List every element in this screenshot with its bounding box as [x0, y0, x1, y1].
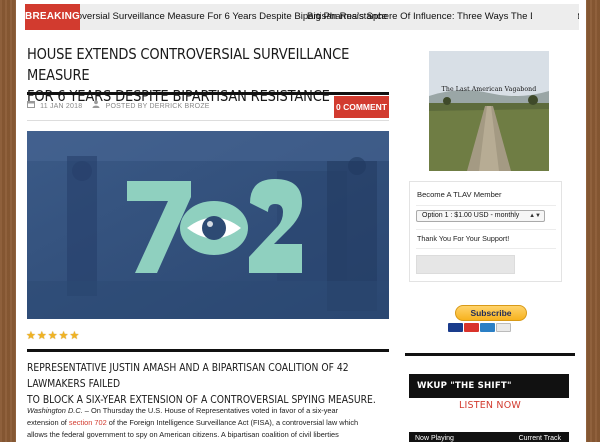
dateline: Washington D.C.: [27, 406, 83, 415]
page: BREAKING Extends Controversial Surveilla…: [16, 0, 586, 442]
hero-image: [27, 131, 389, 319]
current-track-label: Current Track: [518, 435, 561, 442]
payment-cards: [448, 323, 538, 333]
tlav-banner-title: The Last American Vagabond: [441, 86, 537, 93]
body-line: extension of section 702 of the Foreign …: [27, 417, 387, 429]
ticker-right-edge: [532, 4, 578, 30]
listen-now-link[interactable]: LISTEN NOW: [405, 400, 575, 411]
paypal-subscribe-button[interactable]: Subscribe: [455, 305, 527, 321]
membership-widget: Become A TLAV Member Option 1 : $1.00 US…: [409, 181, 562, 282]
star-icon[interactable]: ★: [59, 330, 69, 342]
select-value: Option 1 : $1.00 USD - monthly: [422, 212, 520, 219]
star-icon[interactable]: ★: [37, 330, 47, 342]
star-icon[interactable]: ★: [26, 330, 36, 342]
subheading-line: REPRESENTATIVE JUSTIN AMASH AND A BIPART…: [27, 362, 349, 390]
sidebar-divider: [405, 353, 575, 356]
tlav-banner-image[interactable]: The Last American Vagabond: [429, 51, 549, 171]
body-line: allows the federal government to spy on …: [27, 429, 387, 441]
star-icon[interactable]: ★: [48, 330, 58, 342]
breaking-ticker: BREAKING Extends Controversial Surveilla…: [25, 4, 579, 30]
section-702-link[interactable]: section 702: [69, 418, 107, 427]
post-author[interactable]: POSTED BY DERRICK BROZE: [106, 98, 210, 116]
now-playing-label: Now Playing: [415, 435, 454, 442]
body-text: allows the federal government to spy on …: [27, 430, 339, 439]
mastercard-card-icon: [464, 323, 479, 332]
body-text: – On Thursday the U.S. House of Represen…: [82, 406, 339, 415]
star-icon[interactable]: ★: [70, 330, 80, 342]
visa-card-icon: [448, 323, 463, 332]
post-date: 11 JAN 2018: [40, 103, 83, 110]
article-meta: 11 JAN 2018 POSTED BY DERRICK BROZE: [27, 98, 327, 120]
divider: [416, 248, 556, 249]
wkup-radio-header: WKUP "THE SHIFT": [409, 374, 569, 398]
divider: [416, 205, 556, 206]
meta-divider: [27, 120, 389, 121]
membership-option-select[interactable]: Option 1 : $1.00 USD - monthly ▲▼: [416, 210, 545, 222]
ticker-track: Extends Controversial Surveillance Measu…: [80, 4, 579, 30]
rating-stars: ★★★★★: [26, 326, 96, 342]
title-divider: [27, 92, 389, 95]
body-text: extension of: [27, 418, 69, 427]
user-icon: [92, 98, 100, 116]
body-line: Washington D.C. – On Thursday the U.S. H…: [27, 405, 387, 417]
amex-card-icon: [480, 323, 495, 332]
thanks-text: Thank You For Your Support!: [417, 234, 510, 243]
article-subheading: REPRESENTATIVE JUSTIN AMASH AND A BIPART…: [27, 360, 384, 408]
breaking-tag: BREAKING: [25, 4, 80, 30]
article-body: Washington D.C. – On Thursday the U.S. H…: [27, 405, 387, 441]
comment-count-button[interactable]: 0 COMMENT: [334, 96, 389, 118]
divider: [416, 229, 556, 230]
radio-player-bar: Now Playing Current Track: [409, 432, 569, 442]
content-divider: [27, 349, 389, 352]
membership-input[interactable]: [416, 255, 515, 274]
calendar-icon: [27, 98, 35, 116]
body-text: of the Foreign Intelligence Surveillance…: [106, 418, 359, 427]
article-title-line: HOUSE EXTENDS CONTROVERSIAL SURVEILLANCE…: [27, 45, 350, 84]
membership-title: Become A TLAV Member: [417, 190, 502, 199]
discover-card-icon: [496, 323, 511, 332]
chevron-updown-icon: ▲▼: [529, 213, 541, 219]
